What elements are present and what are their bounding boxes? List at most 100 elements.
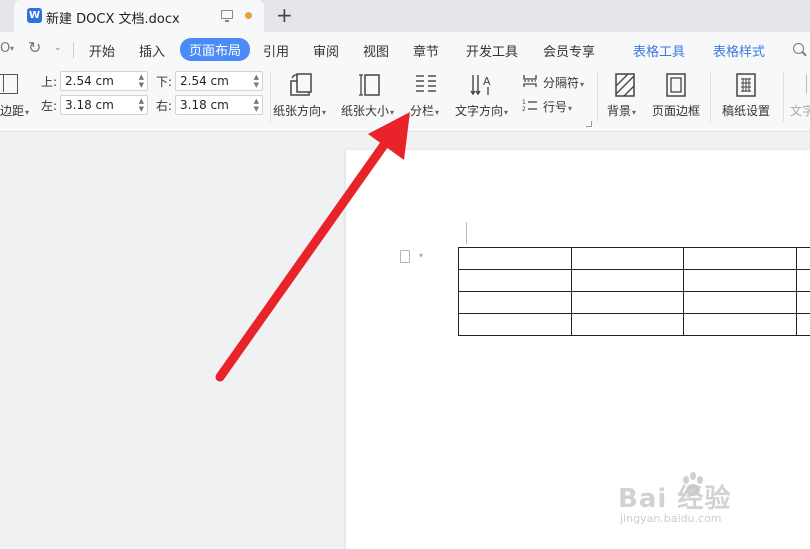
spinner-icon[interactable]: ▲ ▼ xyxy=(139,97,144,113)
page-margin-icon[interactable] xyxy=(0,74,18,94)
text-direction-button[interactable]: 文字方向▾ xyxy=(455,102,508,119)
break-icon[interactable] xyxy=(522,74,538,88)
top-margin-label: 上: xyxy=(41,75,58,89)
new-tab-plus-icon[interactable]: + xyxy=(276,4,293,26)
redo-icon[interactable]: ↻ xyxy=(28,38,41,57)
bottom-margin-field[interactable]: 2.54 cm ▲ ▼ xyxy=(175,71,263,91)
tab-view[interactable]: 视图 xyxy=(363,41,389,60)
text-wrap-icon[interactable] xyxy=(806,74,810,94)
columns-icon[interactable] xyxy=(414,72,438,98)
svg-text:2: 2 xyxy=(522,106,526,112)
document-tab[interactable]: W 新建 DOCX 文档.docx xyxy=(14,0,264,32)
menu-divider xyxy=(73,42,74,58)
line-numbers-button[interactable]: 行号▾ xyxy=(543,98,572,115)
word-doc-icon: W xyxy=(27,8,42,23)
top-margin-field[interactable]: 2.54 cm ▲ ▼ xyxy=(60,71,148,91)
bottom-margin-label: 下: xyxy=(156,75,173,89)
left-margin-value: 3.18 cm xyxy=(65,98,114,112)
right-margin-label: 右: xyxy=(156,99,173,113)
table-cell[interactable] xyxy=(570,313,685,336)
tab-developer-tools[interactable]: 开发工具 xyxy=(466,41,518,60)
table-row xyxy=(458,247,810,270)
draft-settings-button[interactable]: 稿纸设置 xyxy=(722,102,770,119)
tab-references[interactable]: 引用 xyxy=(263,41,289,60)
background-label: 背景 xyxy=(607,104,632,118)
table-row xyxy=(458,269,810,292)
table-cell[interactable] xyxy=(683,313,797,336)
spinner-icon[interactable]: ▲ ▼ xyxy=(254,97,259,113)
tab-chapter[interactable]: 章节 xyxy=(413,41,439,60)
paper-size-icon[interactable] xyxy=(358,72,382,98)
breaks-button[interactable]: 分隔符▾ xyxy=(543,74,584,91)
ribbon-divider xyxy=(783,72,784,122)
table-cell[interactable] xyxy=(795,269,810,292)
table-cell[interactable] xyxy=(570,291,685,314)
quick-access-more-icon[interactable]: ⌄ xyxy=(54,43,62,53)
table-row xyxy=(458,291,810,314)
tab-member[interactable]: 会员专享 xyxy=(543,41,595,60)
orientation-icon[interactable] xyxy=(288,72,314,98)
tab-insert[interactable]: 插入 xyxy=(139,41,165,60)
ribbon-toolbar: 边距▾ 上: 2.54 cm ▲ ▼ 下: 2.54 cm ▲ ▼ 左: 3.18 cm… xyxy=(0,66,810,132)
spinner-icon[interactable]: ▲ ▼ xyxy=(254,73,259,89)
paper-size-button[interactable]: 纸张大小▾ xyxy=(341,102,394,119)
table-row xyxy=(458,313,810,336)
table-cell[interactable] xyxy=(570,269,685,292)
tab-table-tools[interactable]: 表格工具 xyxy=(633,41,685,60)
background-button[interactable]: 背景▾ xyxy=(607,102,636,119)
text-direction-label: 文字方向 xyxy=(455,104,504,118)
left-margin-field[interactable]: 3.18 cm ▲ ▼ xyxy=(60,95,148,115)
top-margin-value: 2.54 cm xyxy=(65,74,114,88)
ribbon-divider xyxy=(597,72,598,122)
tab-page-layout[interactable]: 页面布局 xyxy=(180,38,251,61)
columns-button[interactable]: 分栏▾ xyxy=(410,102,439,119)
page-border-icon[interactable] xyxy=(664,72,688,98)
text-wrap-button[interactable]: 文字 xyxy=(790,102,810,119)
table-cell[interactable] xyxy=(458,313,572,336)
tab-table-style[interactable]: 表格样式 xyxy=(713,41,765,60)
table-cell[interactable] xyxy=(570,247,685,270)
menu-dropdown-caret-icon[interactable]: ▾ xyxy=(10,44,14,53)
menu-left-glyph[interactable]: O xyxy=(0,41,10,56)
monitor-icon[interactable] xyxy=(221,10,233,22)
line-numbers-label: 行号 xyxy=(543,100,568,114)
table-cell[interactable] xyxy=(458,247,572,270)
page-setup-launcher-icon[interactable] xyxy=(586,121,592,127)
orientation-label: 纸张方向 xyxy=(273,104,322,118)
table-cell[interactable] xyxy=(683,269,797,292)
tab-review[interactable]: 审阅 xyxy=(313,41,339,60)
paragraph-layout-icon[interactable] xyxy=(400,250,410,263)
margins-button[interactable]: 边距▾ xyxy=(0,102,29,119)
baidu-watermark: Bai 经验 jingyan.baidu.com xyxy=(618,470,768,530)
background-icon[interactable] xyxy=(613,72,637,98)
table-cell[interactable] xyxy=(683,291,797,314)
margins-label: 边距 xyxy=(0,104,25,118)
table-cell[interactable] xyxy=(795,291,810,314)
watermark-url: jingyan.baidu.com xyxy=(620,512,722,525)
page-border-button[interactable]: 页面边框 xyxy=(652,102,700,119)
title-tab-bar: W 新建 DOCX 文档.docx + xyxy=(0,0,810,32)
paw-icon xyxy=(683,472,703,496)
table-cell[interactable] xyxy=(795,313,810,336)
menu-bar: O ▾ ↻ ⌄ 开始 插入 页面布局 引用 审阅 视图 章节 开发工具 会员专享… xyxy=(0,32,810,66)
orientation-button[interactable]: 纸张方向▾ xyxy=(273,102,326,119)
paper-size-label: 纸张大小 xyxy=(341,104,390,118)
tab-start[interactable]: 开始 xyxy=(89,41,115,60)
breaks-label: 分隔符 xyxy=(543,76,580,90)
unsaved-dot-icon xyxy=(245,12,252,19)
paragraph-caret-icon[interactable]: ▾ xyxy=(419,251,423,260)
spinner-icon[interactable]: ▲ ▼ xyxy=(139,73,144,89)
document-table[interactable] xyxy=(458,247,810,336)
right-margin-field[interactable]: 3.18 cm ▲ ▼ xyxy=(175,95,263,115)
draft-paper-icon[interactable] xyxy=(734,72,758,98)
table-cell[interactable] xyxy=(458,291,572,314)
line-number-icon[interactable]: 1 2 xyxy=(522,98,538,112)
right-margin-value: 3.18 cm xyxy=(180,98,229,112)
bottom-margin-value: 2.54 cm xyxy=(180,74,229,88)
table-cell[interactable] xyxy=(683,247,797,270)
table-cell[interactable] xyxy=(795,247,810,270)
left-margin-label: 左: xyxy=(41,99,58,113)
table-cell[interactable] xyxy=(458,269,572,292)
search-icon[interactable] xyxy=(793,43,804,54)
text-direction-icon[interactable]: A xyxy=(470,72,496,98)
